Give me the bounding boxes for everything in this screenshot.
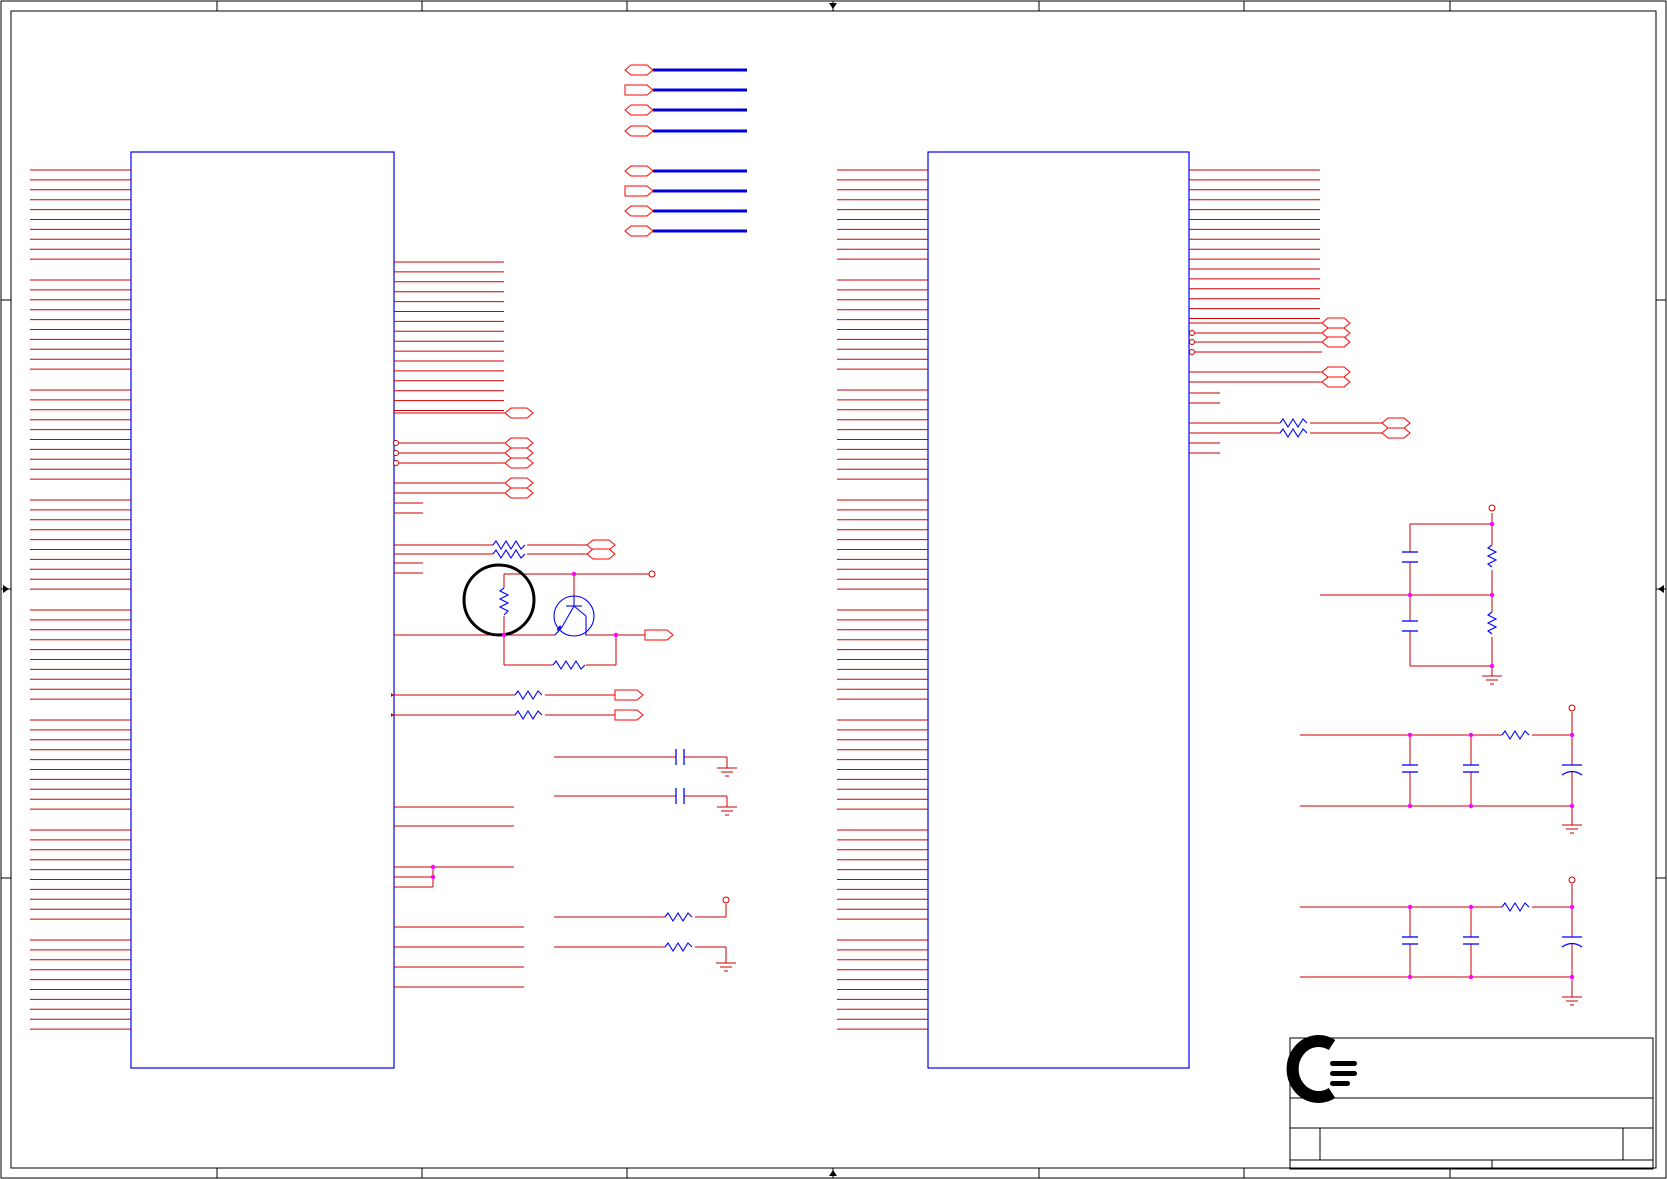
ground-icon: [717, 767, 737, 777]
power-circle-icon: [1488, 504, 1496, 512]
power-circle-icon: [722, 896, 730, 904]
capacitor-icon: [1402, 551, 1418, 563]
resistor-icon: [492, 539, 526, 551]
left-ic-right-pins: [394, 261, 505, 514]
company-logo: [1286, 1035, 1357, 1103]
resistor-icon: [552, 659, 586, 671]
resistor-icon: [1501, 729, 1530, 741]
port-icon: [624, 84, 654, 96]
left-ic-pins: [30, 169, 131, 1030]
port-icon: [1321, 366, 1351, 378]
port-icon: [1321, 336, 1351, 348]
middle-circuit: [394, 392, 1573, 997]
zone-ticks: [1, 1, 1666, 1178]
capacitor-group[interactable]: [675, 551, 1583, 948]
port-icon: [624, 185, 654, 197]
resistor-icon: [1279, 427, 1308, 439]
port-icon: [624, 225, 654, 237]
inverted-pin-icon: [393, 450, 399, 456]
ground-icon: [1482, 675, 1502, 685]
resistor-icon: [1279, 417, 1308, 429]
capacitor-icon: [1402, 620, 1418, 632]
port-icon: [624, 125, 654, 137]
capacitor-icon: [1402, 764, 1418, 773]
port-icon: [614, 689, 644, 701]
highlight-circle: [462, 563, 536, 637]
port-icon: [614, 709, 644, 721]
bottom-arrow-icon: [829, 1170, 837, 1176]
port-icon: [504, 477, 534, 489]
port-icon: [586, 548, 616, 560]
port-icon: [504, 407, 534, 419]
power-pin-group[interactable]: [393, 330, 1576, 904]
power-circle-icon: [1568, 876, 1576, 884]
schematic-sheet: [0, 0, 1667, 1179]
top-bus-group[interactable]: [624, 64, 747, 237]
ground-icon: [716, 962, 736, 972]
ground-group: [716, 675, 1582, 1006]
right-ic-pins: [837, 169, 928, 1030]
port-icon: [624, 104, 654, 116]
resistor-icon: [492, 548, 526, 560]
resistor-icon: [664, 941, 693, 953]
resistor-icon: [1486, 544, 1498, 568]
resistor-group[interactable]: [492, 417, 1530, 953]
inverted-pin-icon: [1189, 330, 1195, 336]
port-icon: [1321, 376, 1351, 388]
left-ic-body[interactable]: [130, 151, 395, 1069]
capacitor-icon: [1463, 764, 1479, 773]
left-arrow-icon: [3, 585, 9, 593]
ground-icon: [1562, 996, 1582, 1006]
port-icon: [504, 457, 534, 469]
right-ic-body[interactable]: [927, 151, 1190, 1069]
left-ic-port-group[interactable]: [391, 407, 674, 721]
inverted-pin-icon: [393, 440, 399, 446]
resistor-icon: [498, 587, 510, 616]
capacitor-icon: [1402, 936, 1418, 945]
port-icon: [624, 64, 654, 76]
inverted-pin-icon: [393, 460, 399, 466]
sheet-frame: [0, 0, 1667, 1179]
npn-transistor-icon[interactable]: [553, 595, 595, 637]
top-arrow-icon: [829, 3, 837, 9]
resistor-icon: [664, 911, 693, 923]
port-icon: [624, 165, 654, 177]
inverted-pin-icon: [1189, 349, 1195, 355]
port-icon: [1381, 427, 1411, 439]
ground-icon: [717, 806, 737, 816]
capacitor-icon: [675, 749, 685, 765]
capacitor-icon: [1463, 936, 1479, 945]
power-circle-icon: [1568, 704, 1576, 712]
title-block: [1289, 1037, 1654, 1170]
port-icon: [1321, 317, 1351, 329]
junction-group: [430, 521, 1575, 980]
port-icon: [1381, 417, 1411, 429]
inverted-pin-icon: [1189, 339, 1195, 345]
resistor-icon: [514, 709, 543, 721]
right-arrow-icon: [1658, 585, 1664, 593]
port-icon: [504, 487, 534, 499]
right-ic-right-pins: [1189, 169, 1411, 439]
resistor-icon: [1501, 901, 1530, 913]
power-circle-icon: [648, 570, 656, 578]
port-icon: [644, 629, 674, 641]
capacitor-icon: [675, 788, 685, 804]
resistor-icon: [1486, 611, 1498, 635]
port-icon: [504, 447, 534, 459]
resistor-icon: [514, 689, 543, 701]
port-icon: [624, 205, 654, 217]
ground-icon: [1562, 824, 1582, 834]
frame-arrows: [3, 3, 1664, 1176]
port-icon: [504, 437, 534, 449]
